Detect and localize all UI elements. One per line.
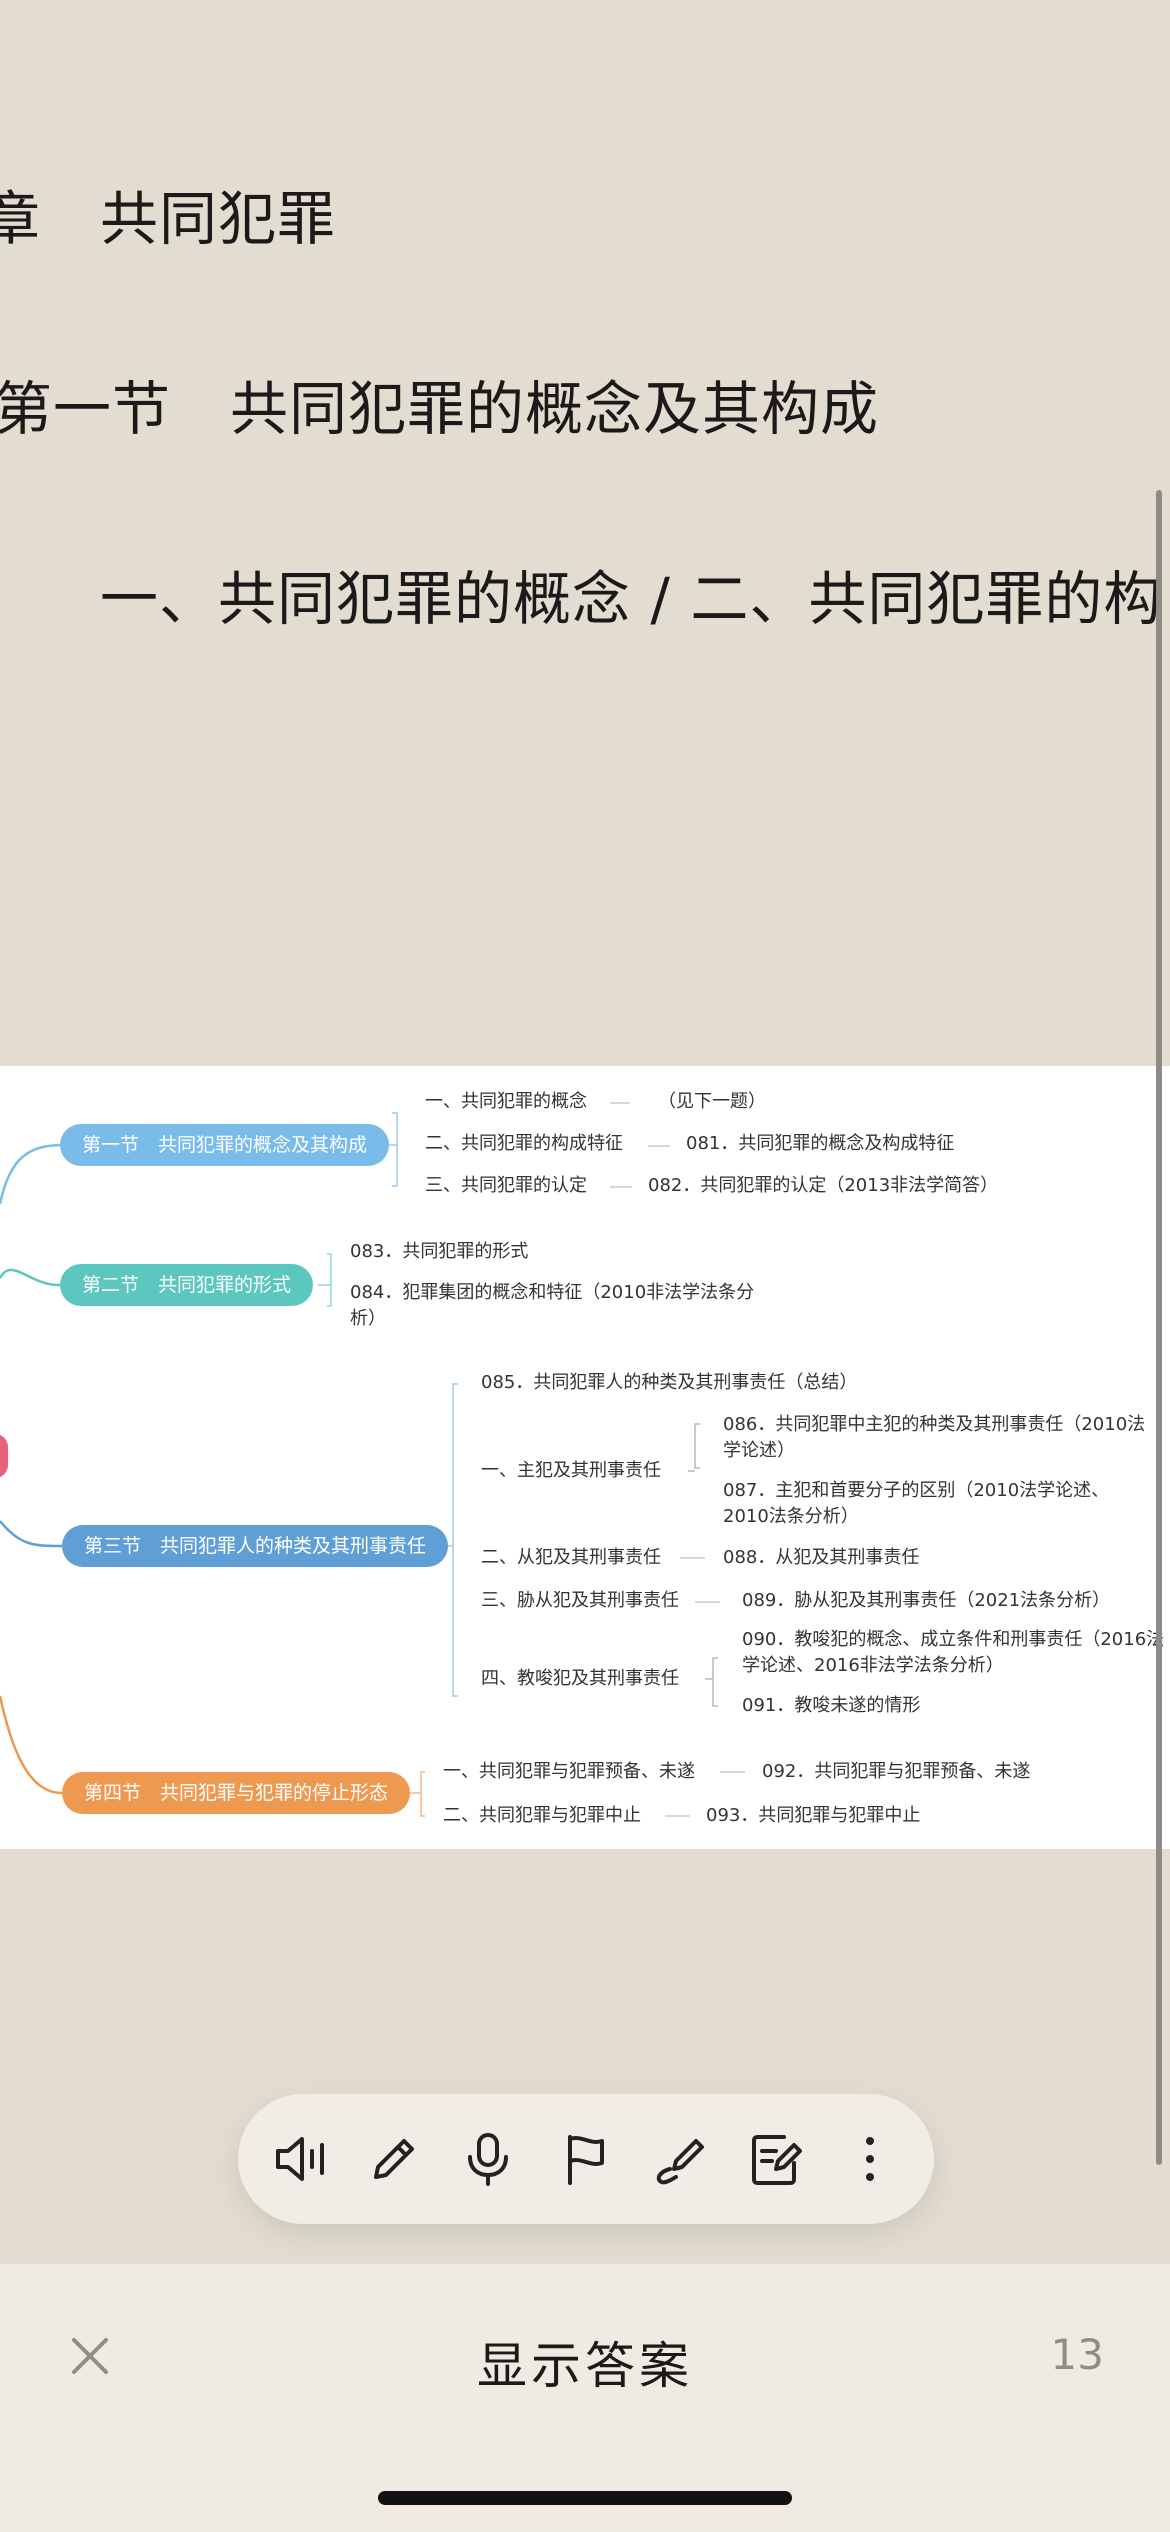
- mindmap-item: 087．主犯和首要分子的区别（2010法学论述、2010法条分析）: [723, 1480, 1110, 1527]
- mindmap-item: 092．共同犯罪与犯罪预备、未遂: [762, 1761, 1031, 1782]
- mindmap-section-1: 第一节 共同犯罪的概念及其构成: [60, 1124, 390, 1166]
- mindmap-item: 082．共同犯罪的认定（2013非法学简答）: [648, 1175, 999, 1196]
- mindmap-item: 一、主犯及其刑事责任: [481, 1460, 661, 1481]
- mindmap-section-4: 第四节 共同犯罪与犯罪的停止形态: [62, 1772, 411, 1814]
- mindmap-section-3: 第三节 共同犯罪人的种类及其刑事责任: [62, 1525, 449, 1567]
- floating-toolbar: [238, 2094, 934, 2224]
- mindmap-item: 093．共同犯罪与犯罪中止: [706, 1805, 921, 1826]
- mindmap-item: 四、教唆犯及其刑事责任: [481, 1668, 679, 1689]
- note-icon: [752, 2135, 802, 2185]
- section-title: 第一节 共同犯罪的概念及其构成: [0, 375, 880, 443]
- note-button[interactable]: [744, 2127, 808, 2191]
- mindmap-item: 二、从犯及其刑事责任: [481, 1547, 661, 1568]
- mindmap-section-2: 第二节 共同犯罪的形式: [60, 1264, 314, 1306]
- microphone-button[interactable]: [456, 2127, 520, 2191]
- handwriting-button[interactable]: [648, 2127, 712, 2191]
- speaker-icon: [276, 2137, 324, 2181]
- mindmap-item: 一、共同犯罪与犯罪预备、未遂: [443, 1761, 695, 1782]
- mindmap-item: 090．教唆犯的概念、成立条件和刑事责任（2016法学论述、2016非法学法条分…: [742, 1629, 1165, 1676]
- mindmap-item: 三、共同犯罪的认定: [425, 1175, 587, 1196]
- mindmap-item: 081．共同犯罪的概念及构成特征: [686, 1133, 955, 1154]
- more-button[interactable]: [838, 2127, 902, 2191]
- mindmap-item: （见下一题）: [658, 1091, 766, 1112]
- flag-button[interactable]: [554, 2127, 618, 2191]
- mindmap-item: 084．犯罪集团的概念和特征（2010非法学法条分析）: [350, 1282, 755, 1329]
- mind-map-image: 第一节 共同犯罪的概念及其构成 一、共同犯罪的概念 （见下一题） 二、共同犯罪的…: [0, 1066, 1170, 1849]
- home-indicator[interactable]: [378, 2491, 792, 2505]
- mindmap-item: 二、共同犯罪的构成特征: [425, 1133, 623, 1154]
- scrollbar[interactable]: [1156, 490, 1162, 2165]
- subsection-title: 一、共同犯罪的概念 / 二、共同犯罪的构: [100, 565, 1163, 633]
- pen-icon: [656, 2139, 704, 2185]
- mindmap-item: 三、胁从犯及其刑事责任: [481, 1590, 679, 1611]
- pencil-icon: [374, 2139, 414, 2179]
- microphone-icon: [468, 2133, 508, 2186]
- mindmap-item: 083．共同犯罪的形式: [350, 1241, 529, 1262]
- mindmap-item: 091．教唆未遂的情形: [742, 1695, 921, 1716]
- edit-button[interactable]: [362, 2127, 426, 2191]
- chapter-title: 章 共同犯罪: [0, 185, 337, 253]
- show-answer-button[interactable]: 显示答案: [0, 2326, 1170, 2398]
- mindmap-item: 088．从犯及其刑事责任: [723, 1547, 920, 1568]
- mindmap-item: 089．胁从犯及其刑事责任（2021法条分析）: [742, 1590, 1111, 1611]
- speaker-button[interactable]: [268, 2127, 332, 2191]
- mindmap-item: 085．共同犯罪人的种类及其刑事责任（总结）: [481, 1372, 858, 1393]
- more-icon: [866, 2137, 874, 2181]
- flag-icon: [568, 2135, 604, 2185]
- card-count: 13: [1050, 2330, 1104, 2379]
- mindmap-item: 086．共同犯罪中主犯的种类及其刑事责任（2010法学论述）: [723, 1414, 1146, 1461]
- mindmap-item: 二、共同犯罪与犯罪中止: [443, 1805, 641, 1826]
- mindmap-item: 一、共同犯罪的概念: [425, 1091, 587, 1112]
